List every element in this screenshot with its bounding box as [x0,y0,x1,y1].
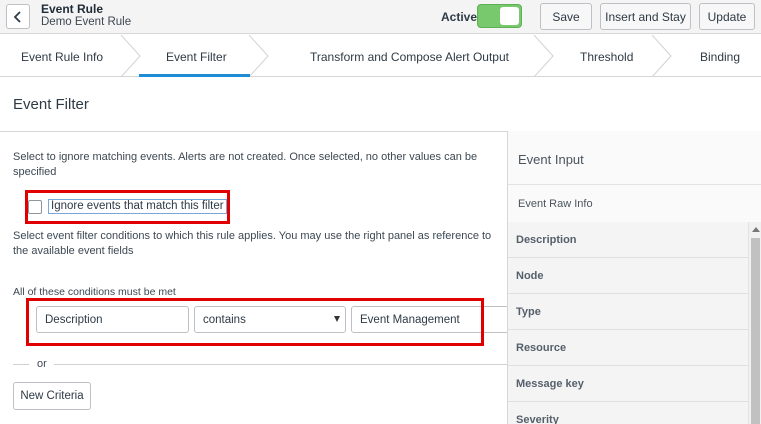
tab-event-filter[interactable]: Event Filter [166,50,227,64]
form-header: Event Rule Demo Event Rule Active Save I… [0,0,761,34]
form-title-block: Event Rule Demo Event Rule [41,3,131,29]
highlight-box-ignore [25,190,230,224]
tab-separator-chevron [651,35,672,77]
toggle-knob [500,7,519,25]
active-toggle[interactable] [477,4,522,28]
or-divider-right [54,364,507,365]
tab-transform-compose[interactable]: Transform and Compose Alert Output [310,50,509,64]
or-divider-left [13,364,29,365]
form-title: Event Rule [41,2,104,16]
event-field-scrollbar[interactable] [748,222,761,424]
active-tab-indicator [139,74,250,77]
conditions-label: All of these conditions must be met [13,286,176,298]
tab-separator-chevron [533,35,554,77]
back-button[interactable] [6,4,30,29]
event-field-item[interactable]: Description [508,222,748,258]
event-input-panel: Event Input Event Raw Info Description N… [507,131,761,424]
tab-threshold[interactable]: Threshold [580,50,633,64]
event-field-item[interactable]: Type [508,294,748,330]
active-label: Active [441,10,478,24]
event-raw-info-label: Event Raw Info [518,198,593,210]
chevron-left-icon [13,10,21,23]
highlight-box-condition [26,298,484,346]
conditions-help-text: Select event filter conditions to which … [13,230,492,257]
save-button[interactable]: Save [540,3,592,30]
scroll-thumb[interactable] [751,238,760,424]
event-field-item[interactable]: Node [508,258,748,294]
ignore-help-text: Select to ignore matching events. Alerts… [13,151,478,178]
insert-and-stay-button[interactable]: Insert and Stay [600,3,691,30]
event-field-item[interactable]: Message key [508,366,748,402]
event-raw-info-header: Event Raw Info [508,184,761,224]
form-subtitle: Demo Event Rule [41,16,132,28]
event-field-item[interactable]: Resource [508,330,748,366]
tab-binding[interactable]: Binding [700,50,740,64]
event-field-item[interactable]: Severity [508,402,748,424]
section-title: Event Filter [13,96,89,113]
tab-event-rule-info[interactable]: Event Rule Info [21,50,103,64]
or-label: or [37,358,47,370]
update-button[interactable]: Update [699,3,755,30]
tab-separator-chevron [120,35,141,77]
tab-separator-chevron [248,35,269,77]
event-input-title: Event Input [518,152,584,167]
event-field-list: Description Node Type Resource Message k… [508,222,748,424]
scroll-up-arrow-icon[interactable] [752,227,760,232]
new-criteria-button[interactable]: New Criteria [13,382,91,410]
tab-bar: Event Rule Info Event Filter Transform a… [0,35,761,77]
